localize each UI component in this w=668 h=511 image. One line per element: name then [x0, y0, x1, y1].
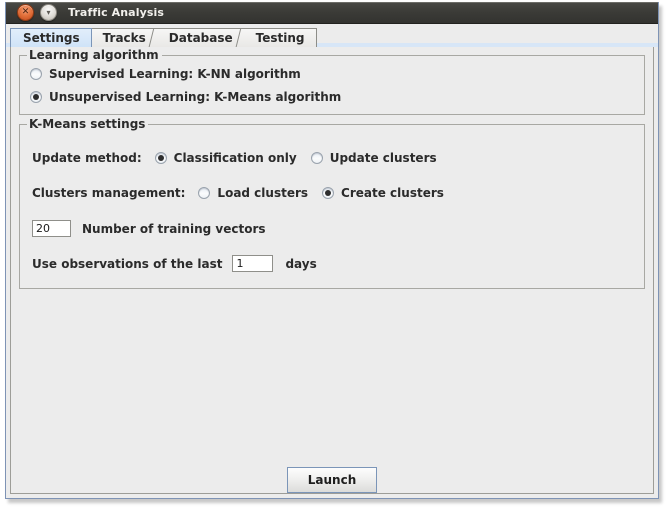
update-method-label: Update method:	[32, 151, 142, 165]
observations-prefix-label: Use observations of the last	[32, 256, 223, 271]
radio-supervised-learning-indicator[interactable]	[30, 68, 42, 80]
radio-classification-only[interactable]: Classification only	[154, 151, 297, 165]
tab-strip: Settings Tracks Database Testing	[6, 24, 658, 47]
radio-supervised-learning[interactable]: Supervised Learning: K-NN algorithm	[30, 67, 301, 81]
observations-row: Use observations of the last days	[32, 255, 317, 272]
launch-button[interactable]: Launch	[287, 467, 377, 493]
titlebar-highlight	[6, 2, 658, 3]
application-window: ✕ ▾ Traffic Analysis Settings Tracks Dat…	[5, 2, 659, 499]
settings-panel: Learning algorithm Supervised Learning: …	[10, 47, 654, 494]
observations-suffix-label: days	[285, 256, 317, 271]
radio-create-clusters-label: Create clusters	[341, 186, 444, 200]
training-vectors-input[interactable]	[32, 220, 71, 237]
tab-tracks-label: Tracks	[102, 31, 146, 45]
close-button[interactable]: ✕	[17, 4, 34, 21]
tab-tracks[interactable]: Tracks	[90, 28, 158, 47]
clusters-management-row: Clusters management: Load clusters Creat…	[32, 186, 444, 200]
radio-load-clusters-indicator[interactable]	[198, 187, 211, 199]
radio-classification-only-indicator[interactable]	[154, 152, 167, 164]
title-bar: ✕ ▾ Traffic Analysis	[6, 2, 658, 24]
radio-unsupervised-learning[interactable]: Unsupervised Learning: K-Means algorithm	[30, 90, 341, 104]
radio-create-clusters-indicator[interactable]	[322, 187, 335, 199]
tab-database-label: Database	[168, 31, 233, 45]
radio-create-clusters[interactable]: Create clusters	[322, 186, 444, 200]
radio-load-clusters-label: Load clusters	[217, 186, 309, 200]
minimize-button[interactable]: ▾	[40, 4, 57, 21]
radio-supervised-learning-label: Supervised Learning: K-NN algorithm	[49, 67, 301, 81]
training-vectors-row: Number of training vectors	[32, 220, 266, 237]
chevron-down-icon: ▾	[46, 7, 51, 17]
tab-testing[interactable]: Testing	[243, 28, 317, 47]
tab-settings-label: Settings	[23, 31, 80, 45]
tab-settings[interactable]: Settings	[10, 28, 92, 47]
radio-unsupervised-learning-indicator[interactable]	[30, 91, 42, 103]
learning-algorithm-group: Learning algorithm Supervised Learning: …	[19, 48, 645, 115]
radio-classification-only-label: Classification only	[173, 151, 297, 165]
radio-update-clusters[interactable]: Update clusters	[310, 151, 437, 165]
radio-unsupervised-learning-label: Unsupervised Learning: K-Means algorithm	[49, 90, 342, 104]
clusters-management-label: Clusters management:	[32, 186, 186, 200]
tab-testing-label: Testing	[255, 31, 305, 45]
radio-update-clusters-indicator[interactable]	[310, 152, 323, 164]
learning-algorithm-legend: Learning algorithm	[27, 48, 162, 62]
observation-days-input[interactable]	[232, 255, 274, 272]
kmeans-settings-group: K-Means settings Update method: Classifi…	[19, 117, 645, 289]
window-title: Traffic Analysis	[68, 6, 165, 19]
kmeans-settings-legend: K-Means settings	[27, 117, 149, 131]
launch-button-container: Launch	[11, 467, 653, 493]
training-vectors-label: Number of training vectors	[82, 221, 266, 236]
update-method-row: Update method: Classification only Updat…	[32, 151, 437, 165]
radio-load-clusters[interactable]: Load clusters	[198, 186, 308, 200]
close-icon: ✕	[21, 7, 30, 17]
radio-update-clusters-label: Update clusters	[329, 151, 437, 165]
tab-database[interactable]: Database	[156, 28, 245, 47]
